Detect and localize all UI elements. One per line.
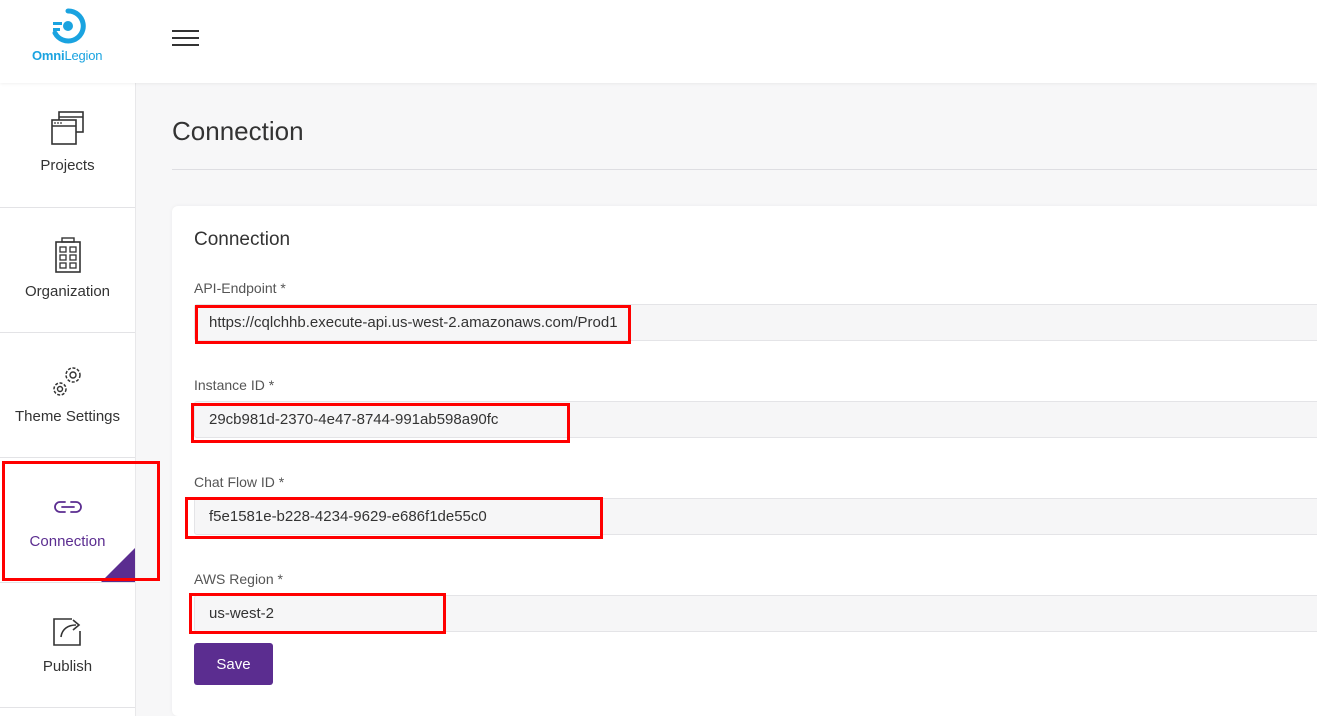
sidebar-item-projects[interactable]: Projects	[0, 83, 135, 208]
top-header: OmniLegion	[0, 0, 1317, 83]
aws-region-label: AWS Region *	[194, 571, 283, 587]
browser-windows-icon	[50, 111, 84, 145]
link-icon	[53, 501, 82, 513]
instance-id-input[interactable]	[194, 401, 1317, 438]
connection-form-card: Connection API-Endpoint * Instance ID * …	[172, 206, 1317, 716]
page-title: Connection	[172, 116, 304, 146]
share-icon	[52, 618, 81, 646]
omnilegion-logo-icon	[52, 8, 86, 44]
sidebar-item-label: Organization	[24, 283, 111, 300]
brand-name-bold: Omni	[32, 48, 65, 63]
form-title: Connection	[194, 229, 291, 250]
sidebar-item-publish[interactable]: Publish	[0, 583, 135, 708]
sidebar-item-organization[interactable]: Organization	[0, 208, 135, 333]
sidebar-item-connection[interactable]: Connection	[0, 458, 135, 583]
sidebar-item-label: Projects	[40, 157, 95, 174]
chat-flow-id-input[interactable]	[194, 498, 1317, 535]
brand-name-light: Legion	[64, 48, 103, 63]
title-divider	[172, 169, 1317, 170]
brand-name: OmniLegion	[32, 48, 102, 63]
instance-id-label: Instance ID *	[194, 377, 275, 393]
brand-logo[interactable]: OmniLegion	[28, 8, 108, 68]
sidebar: Projects Organization Theme Settings Con…	[0, 83, 136, 716]
gears-icon	[52, 367, 81, 396]
sidebar-item-theme-settings[interactable]: Theme Settings	[0, 333, 135, 458]
sidebar-item-label: Publish	[42, 658, 93, 675]
api-endpoint-label: API-Endpoint *	[194, 280, 286, 296]
chat-flow-id-label: Chat Flow ID *	[194, 474, 285, 490]
active-indicator	[101, 548, 135, 582]
save-button[interactable]: Save	[194, 643, 273, 685]
sidebar-item-label: Theme Settings	[14, 408, 121, 425]
building-icon	[54, 237, 81, 273]
hamburger-icon[interactable]	[172, 30, 199, 47]
api-endpoint-input[interactable]	[194, 304, 1317, 341]
aws-region-input[interactable]	[194, 595, 1317, 632]
